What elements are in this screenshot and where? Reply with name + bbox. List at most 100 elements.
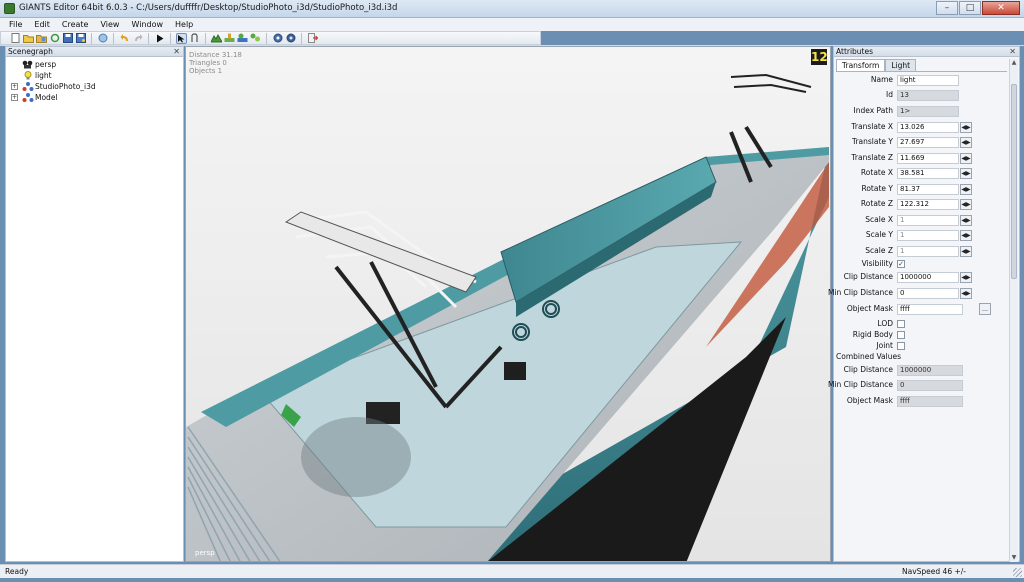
play-icon[interactable] (154, 33, 165, 44)
translate-y-stepper[interactable]: ◀▶ (960, 137, 972, 148)
attr-label: Scale Z (865, 246, 893, 255)
min-clip-distance-input[interactable]: 0 (897, 288, 959, 299)
toolbar-separator (113, 32, 114, 44)
menu-bar: File Edit Create View Window Help (0, 18, 1024, 31)
scenegraph-title: Scenegraph (8, 47, 53, 56)
preferences-icon[interactable] (285, 33, 296, 44)
translate-z-stepper[interactable]: ◀▶ (960, 153, 972, 164)
decal-icon[interactable] (250, 33, 261, 44)
open-recent-icon[interactable] (36, 33, 47, 44)
save-as-icon[interactable] (75, 33, 86, 44)
terrain-icon[interactable] (211, 33, 222, 44)
toolbar (0, 31, 541, 45)
attr-row-combined-clip-distance: Clip Distance 1000000 (834, 364, 1010, 376)
settings-icon[interactable] (272, 33, 283, 44)
paint-icon[interactable] (224, 33, 235, 44)
tree-item-model[interactable]: + Model (6, 92, 183, 103)
toolbar-separator (301, 32, 302, 44)
min-clip-distance-stepper[interactable]: ◀▶ (960, 288, 972, 299)
attr-label: Translate Z (851, 153, 893, 162)
exit-icon[interactable] (307, 33, 318, 44)
redo-icon[interactable] (132, 33, 143, 44)
attr-row-combined-object-mask: Object Mask ffff (834, 395, 1010, 407)
status-bar: Ready NavSpeed 46 +/- (0, 564, 1024, 578)
scroll-thumb[interactable] (1011, 84, 1017, 279)
nav-speed-readout: NavSpeed 46 +/- (902, 567, 966, 576)
translate-y-input[interactable]: 27.697 (897, 137, 959, 148)
tab-divider (836, 71, 1007, 72)
scale-y-stepper[interactable]: ◀▶ (960, 230, 972, 241)
menu-help[interactable]: Help (175, 18, 193, 31)
close-panel-icon[interactable]: ✕ (1009, 47, 1016, 57)
menu-create[interactable]: Create (62, 18, 89, 31)
menu-window[interactable]: Window (131, 18, 163, 31)
open-folder-icon[interactable] (23, 33, 34, 44)
expand-icon[interactable]: + (11, 83, 18, 90)
attributes-tabs: Transform Light (836, 59, 917, 71)
attributes-scrollbar[interactable]: ▲ ▼ (1009, 59, 1018, 562)
close-panel-icon[interactable]: ✕ (173, 47, 180, 57)
scale-x-stepper[interactable]: ◀▶ (960, 215, 972, 226)
rotate-z-input[interactable]: 122.312 (897, 199, 959, 210)
scroll-down-icon[interactable]: ▼ (1010, 554, 1018, 562)
tab-transform[interactable]: Transform (836, 59, 886, 71)
clip-distance-input[interactable]: 1000000 (897, 272, 959, 283)
translate-z-input[interactable]: 11.669 (897, 153, 959, 164)
object-mask-input[interactable]: ffff (897, 304, 963, 315)
visibility-checkbox[interactable]: ✓ (897, 260, 905, 268)
clip-distance-stepper[interactable]: ◀▶ (960, 272, 972, 283)
3d-viewport[interactable]: Distance 31.18 Triangles 0 Objects 1 12 … (185, 46, 831, 562)
attr-row-min-clip-distance: Min Clip Distance 0 ◀▶ (828, 287, 1010, 299)
rotate-x-stepper[interactable]: ◀▶ (960, 168, 972, 179)
rotate-y-stepper[interactable]: ◀▶ (960, 184, 972, 195)
rotate-z-stepper[interactable]: ◀▶ (960, 199, 972, 210)
scale-z-stepper[interactable]: ◀▶ (960, 246, 972, 257)
scale-x-input[interactable]: 1 (897, 215, 959, 226)
tab-light[interactable]: Light (885, 59, 917, 71)
move-tool-icon[interactable] (189, 33, 200, 44)
tree-item-light[interactable]: light (6, 70, 183, 81)
attr-row-translate-y: Translate Y 27.697 ◀▶ (834, 136, 1010, 148)
new-file-icon[interactable] (10, 33, 21, 44)
tree-item-studiophoto[interactable]: + StudioPhoto_i3d (6, 81, 183, 92)
maximize-button[interactable]: □ (959, 1, 981, 15)
menu-view[interactable]: View (100, 18, 119, 31)
undo-icon[interactable] (119, 33, 130, 44)
attr-label: Rotate Z (860, 199, 893, 208)
reload-icon[interactable] (49, 33, 60, 44)
name-input[interactable]: light (897, 75, 959, 86)
toolbar-separator (205, 32, 206, 44)
attr-label: Translate X (851, 122, 893, 131)
tree-item-label: persp (35, 60, 57, 69)
index-path-field: 1> (897, 106, 959, 117)
combined-values-heading: Combined Values (836, 352, 901, 361)
rotate-x-input[interactable]: 38.581 (897, 168, 959, 179)
scroll-up-icon[interactable]: ▲ (1010, 59, 1018, 67)
lod-checkbox[interactable] (897, 320, 905, 328)
rigid-body-checkbox[interactable] (897, 331, 905, 339)
expand-icon[interactable]: + (11, 94, 18, 101)
tree-item-persp[interactable]: persp (6, 59, 183, 70)
scale-z-input[interactable]: 1 (897, 246, 959, 257)
translate-x-input[interactable]: 13.026 (897, 122, 959, 133)
rotate-y-input[interactable]: 81.37 (897, 184, 959, 195)
resize-grip-icon[interactable] (1013, 568, 1022, 577)
attr-label: Object Mask (846, 304, 893, 313)
minimize-button[interactable]: – (936, 1, 958, 15)
menu-edit[interactable]: Edit (34, 18, 50, 31)
save-icon[interactable] (62, 33, 73, 44)
hand-icon[interactable] (97, 33, 108, 44)
translate-x-stepper[interactable]: ◀▶ (960, 122, 972, 133)
scale-y-input[interactable]: 1 (897, 230, 959, 241)
foliage-icon[interactable] (237, 33, 248, 44)
viewport-triangles: Triangles 0 (189, 59, 227, 67)
scenegraph-tree: persp light + StudioPhoto_i3d + Model (6, 57, 183, 103)
id-field: 13 (897, 90, 959, 101)
menu-file[interactable]: File (9, 18, 22, 31)
object-mask-edit-button[interactable]: ... (979, 303, 991, 315)
attr-row-rotate-z: Rotate Z 122.312 ◀▶ (834, 198, 1010, 210)
close-window-button[interactable]: ✕ (982, 1, 1020, 15)
select-tool-icon[interactable] (176, 32, 187, 44)
joint-checkbox[interactable] (897, 342, 905, 350)
attr-row-combined-min-clip-distance: Min Clip Distance 0 (828, 379, 1010, 391)
